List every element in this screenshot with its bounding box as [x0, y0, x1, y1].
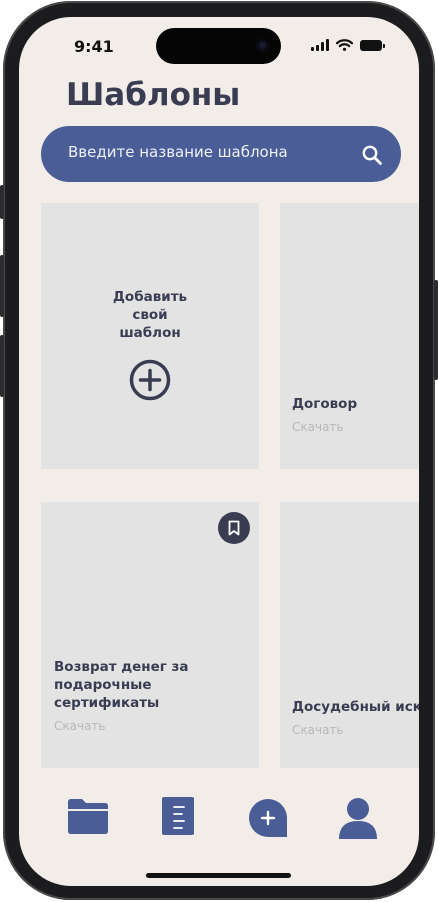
document-icon	[162, 797, 194, 835]
status-time: 9:41	[74, 37, 114, 56]
page-title: Шаблоны	[66, 77, 241, 113]
search-input[interactable]	[68, 143, 348, 161]
download-link[interactable]: Скачать	[292, 723, 344, 737]
app-screen: 9:41 Шаблоны Добавить свой шаблон Дог	[19, 17, 419, 886]
add-template-card[interactable]: Добавить свой шаблон	[41, 203, 259, 469]
bookmark-button[interactable]	[218, 512, 250, 544]
download-link[interactable]: Скачать	[292, 420, 344, 434]
volume-down-button	[0, 335, 4, 397]
cellular-signal-icon	[311, 39, 329, 51]
add-circle-icon[interactable]	[129, 359, 171, 401]
template-card-refund[interactable]: Возврат денег за подарочные сертификаты …	[41, 502, 259, 768]
battery-icon	[360, 39, 385, 51]
tab-profile[interactable]	[338, 797, 378, 843]
download-link[interactable]: Скачать	[54, 719, 106, 733]
folder-icon	[68, 799, 108, 834]
search-bar[interactable]	[41, 126, 401, 182]
add-chat-icon	[249, 799, 287, 837]
template-card-pretrial-claim[interactable]: Досудебный иск Скачать	[280, 502, 419, 768]
template-title: Возврат денег за подарочные сертификаты	[54, 659, 189, 711]
add-template-label: Добавить свой шаблон	[41, 288, 259, 342]
card-title-line: Добавить свой шаблон	[112, 289, 188, 341]
silent-switch	[0, 185, 4, 219]
template-card-contract[interactable]: Договор Скачать	[280, 203, 419, 469]
search-icon[interactable]	[361, 144, 383, 166]
power-button	[434, 280, 438, 380]
tab-folders[interactable]	[67, 797, 109, 839]
status-icons	[311, 39, 385, 51]
template-title: Договор	[292, 396, 358, 412]
wifi-icon	[336, 39, 353, 51]
bookmark-icon	[228, 520, 240, 536]
tab-add-chat[interactable]	[248, 798, 288, 842]
profile-icon	[339, 798, 377, 839]
volume-up-button	[0, 255, 4, 317]
template-title: Досудебный иск	[292, 699, 419, 715]
camera-icon	[256, 39, 269, 52]
dynamic-island	[156, 28, 281, 64]
bottom-tab-bar	[19, 777, 419, 847]
home-indicator	[146, 873, 291, 878]
tab-documents[interactable]	[162, 797, 194, 839]
